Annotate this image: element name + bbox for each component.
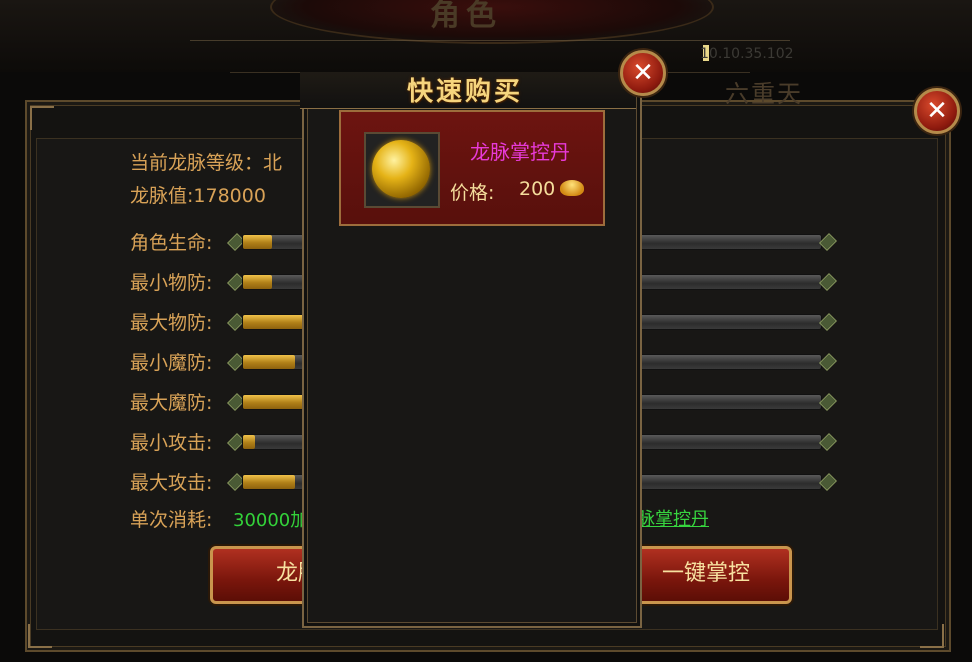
stat-label: 角色生命: <box>130 232 213 254</box>
corner-ornament <box>30 106 54 130</box>
stat-label: 最小魔防: <box>130 352 213 374</box>
server-text: 10.10.35.102 <box>700 46 794 62</box>
stat-label: 最大攻击: <box>130 472 213 494</box>
panel-title: 六重天 <box>725 80 803 108</box>
cost-item-link[interactable]: 脉掌控丹 <box>637 505 709 531</box>
gold-ingot-icon <box>560 180 584 196</box>
stat-label: 最大物防: <box>130 312 213 334</box>
popup-close-button[interactable]: ✕ <box>620 50 666 96</box>
popup-title: 快速购买 <box>406 77 523 107</box>
cost-value: 30000加 <box>233 510 309 531</box>
gold-orb-icon <box>372 140 430 198</box>
corner-ornament <box>28 624 52 648</box>
panel-close-button[interactable]: ✕ <box>914 88 960 134</box>
stat-label: 最大魔防: <box>130 392 213 414</box>
one-click-control-button[interactable]: 一键掌控 <box>620 546 792 604</box>
stat-label: 最小物防: <box>130 272 213 294</box>
cost-label: 单次消耗: <box>130 509 213 531</box>
background-title: 角色 <box>430 0 502 33</box>
divider <box>190 40 790 41</box>
price-value: 200 <box>519 178 556 200</box>
corner-ornament <box>920 624 944 648</box>
longmai-value: 龙脉值:178000 <box>130 185 266 207</box>
current-level-label: 当前龙脉等级：北 <box>130 152 283 174</box>
item-name: 龙脉掌控丹 <box>470 140 570 164</box>
stat-label: 最小攻击: <box>130 432 213 454</box>
price-label: 价格: <box>450 182 495 204</box>
